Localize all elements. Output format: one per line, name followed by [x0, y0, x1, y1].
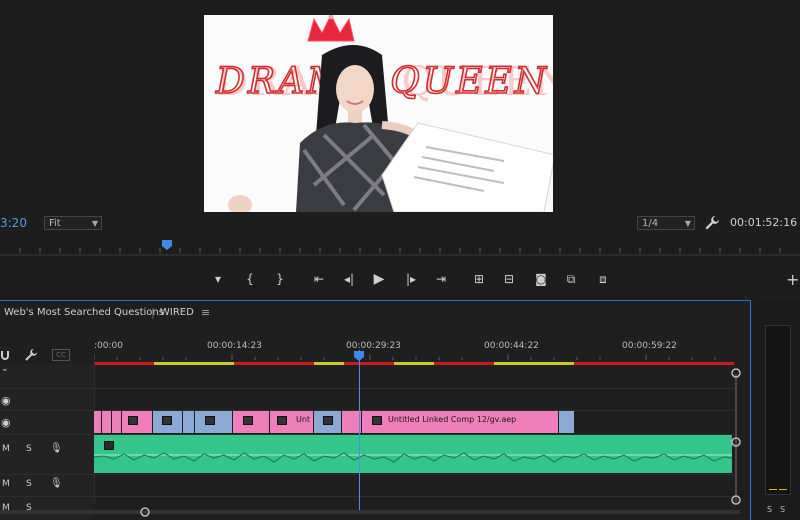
- ruler-tick-label: 00:00:59:22: [622, 341, 677, 351]
- timeline-time-ruler[interactable]: :00:00 00:00:14:23 00:00:29:23 00:00:44:…: [94, 334, 734, 364]
- vertical-scrollbar[interactable]: [730, 368, 742, 508]
- fx-badge-icon: [162, 416, 172, 425]
- chevron-down-icon: ▼: [684, 219, 691, 228]
- mute-track-button[interactable]: M: [2, 479, 10, 489]
- ruler-tick-label: 00:00:14:23: [207, 341, 262, 351]
- fx-badge-icon: [277, 416, 287, 425]
- fx-badge-icon: [205, 416, 215, 425]
- timeline-settings-wrench-icon[interactable]: [24, 348, 38, 362]
- video-clip[interactable]: [183, 411, 195, 433]
- add-marker-icon[interactable]: ▾: [210, 268, 226, 290]
- toggle-track-output-eye-icon[interactable]: ◉: [1, 394, 11, 407]
- video-clip[interactable]: [195, 411, 233, 433]
- ruler-tick-label: 00:00:44:22: [484, 341, 539, 351]
- solo-track-button[interactable]: S: [26, 479, 32, 489]
- zoom-level-value: Fit: [49, 218, 61, 229]
- export-frame-icon[interactable]: ◙: [532, 268, 550, 290]
- go-to-in-icon[interactable]: ⇤: [310, 268, 328, 290]
- resolution-value: 1/4: [642, 218, 659, 229]
- fx-badge-icon: [372, 416, 382, 425]
- sequence-duration: 00:01:52:16: [730, 216, 798, 229]
- tab-separator: |: [151, 306, 155, 319]
- video-clip[interactable]: [94, 411, 102, 433]
- extract-icon[interactable]: ⊟: [500, 268, 518, 290]
- solo-track-button[interactable]: S: [26, 444, 32, 454]
- wrench-icon[interactable]: [704, 215, 720, 231]
- fx-badge-icon: [128, 416, 138, 425]
- mark-in-icon[interactable]: {: [242, 268, 258, 290]
- sequence-tab-name[interactable]: Web's Most Searched Questions: [4, 307, 164, 318]
- video-clip[interactable]: [559, 411, 575, 433]
- insert-icon[interactable]: ⧉: [562, 268, 580, 290]
- video-clip[interactable]: [314, 411, 342, 433]
- mute-track-button[interactable]: M: [2, 444, 10, 454]
- step-forward-icon[interactable]: |▸: [402, 268, 420, 290]
- mark-out-icon[interactable]: }: [272, 268, 288, 290]
- snap-icon[interactable]: [0, 350, 10, 360]
- toggle-track-output-eye-icon[interactable]: ◉: [1, 416, 11, 429]
- ruler-tick-label: :00:00: [94, 341, 123, 351]
- fx-badge-icon: [323, 416, 333, 425]
- chevron-down-icon: ▼: [91, 219, 98, 228]
- playback-resolution-select[interactable]: 1/4 ▼: [637, 216, 695, 230]
- audio-meter-bar: [765, 325, 791, 495]
- clip-label: Untitled Linked Comp 12/gv.aep: [388, 415, 517, 424]
- video-clip[interactable]: Unt: [270, 411, 314, 433]
- video-clip[interactable]: Untitled Linked Comp 12/gv.aep: [362, 411, 559, 433]
- timeline-playhead[interactable]: [354, 351, 364, 361]
- playhead-line: [359, 350, 360, 510]
- monitor-playhead[interactable]: [162, 240, 172, 250]
- preview-frame-image: DRAMA QUEEN DRAMA QUEEN: [204, 15, 553, 212]
- solo-right-button[interactable]: S: [780, 505, 785, 514]
- fx-badge-icon: [104, 441, 114, 450]
- go-to-out-icon[interactable]: ⇥: [432, 268, 450, 290]
- video-clip[interactable]: [102, 411, 112, 433]
- audio-waveform: [94, 452, 732, 463]
- lift-icon[interactable]: ⊞: [470, 268, 488, 290]
- step-back-icon[interactable]: ◂|: [340, 268, 358, 290]
- captions-icon[interactable]: CC: [52, 349, 70, 361]
- sequence-tab-channel[interactable]: WIRED: [160, 307, 194, 318]
- collapse-icon[interactable]: ⌄: [1, 364, 9, 374]
- video-clip[interactable]: [122, 411, 153, 433]
- video-clip[interactable]: [112, 411, 122, 433]
- audio-clip[interactable]: [94, 435, 732, 473]
- video-clip[interactable]: [233, 411, 270, 433]
- ruler-ticks: [94, 354, 716, 360]
- video-preview[interactable]: DRAMA QUEEN DRAMA QUEEN: [204, 15, 553, 212]
- play-icon[interactable]: ▶: [370, 268, 388, 290]
- timeline-tools-row: CC: [0, 330, 95, 362]
- meter-level-left: [769, 489, 777, 490]
- horizontal-scrollbar[interactable]: [0, 504, 740, 520]
- microphone-icon[interactable]: 🎙: [50, 478, 63, 489]
- zoom-level-select[interactable]: Fit ▼: [44, 216, 102, 230]
- video-clip[interactable]: [153, 411, 183, 433]
- playhead-timecode[interactable]: 3:20: [0, 216, 27, 230]
- solo-left-button[interactable]: S: [767, 505, 772, 514]
- clip-label: Unt: [296, 415, 311, 424]
- overwrite-icon[interactable]: ⧈: [594, 268, 612, 290]
- ruler-tick-label: 00:00:29:23: [346, 341, 401, 351]
- meter-level-right: [779, 489, 787, 490]
- panel-menu-icon[interactable]: ≡: [201, 306, 210, 319]
- button-editor-add[interactable]: +: [786, 270, 799, 289]
- transport-controls: ▾ { } ⇤ ◂| ▶ |▸ ⇥ ⊞ ⊟ ◙ ⧉ ⧈: [200, 268, 620, 290]
- microphone-icon[interactable]: 🎙: [50, 443, 63, 454]
- monitor-time-ruler[interactable]: [0, 238, 800, 256]
- fx-badge-icon: [243, 416, 253, 425]
